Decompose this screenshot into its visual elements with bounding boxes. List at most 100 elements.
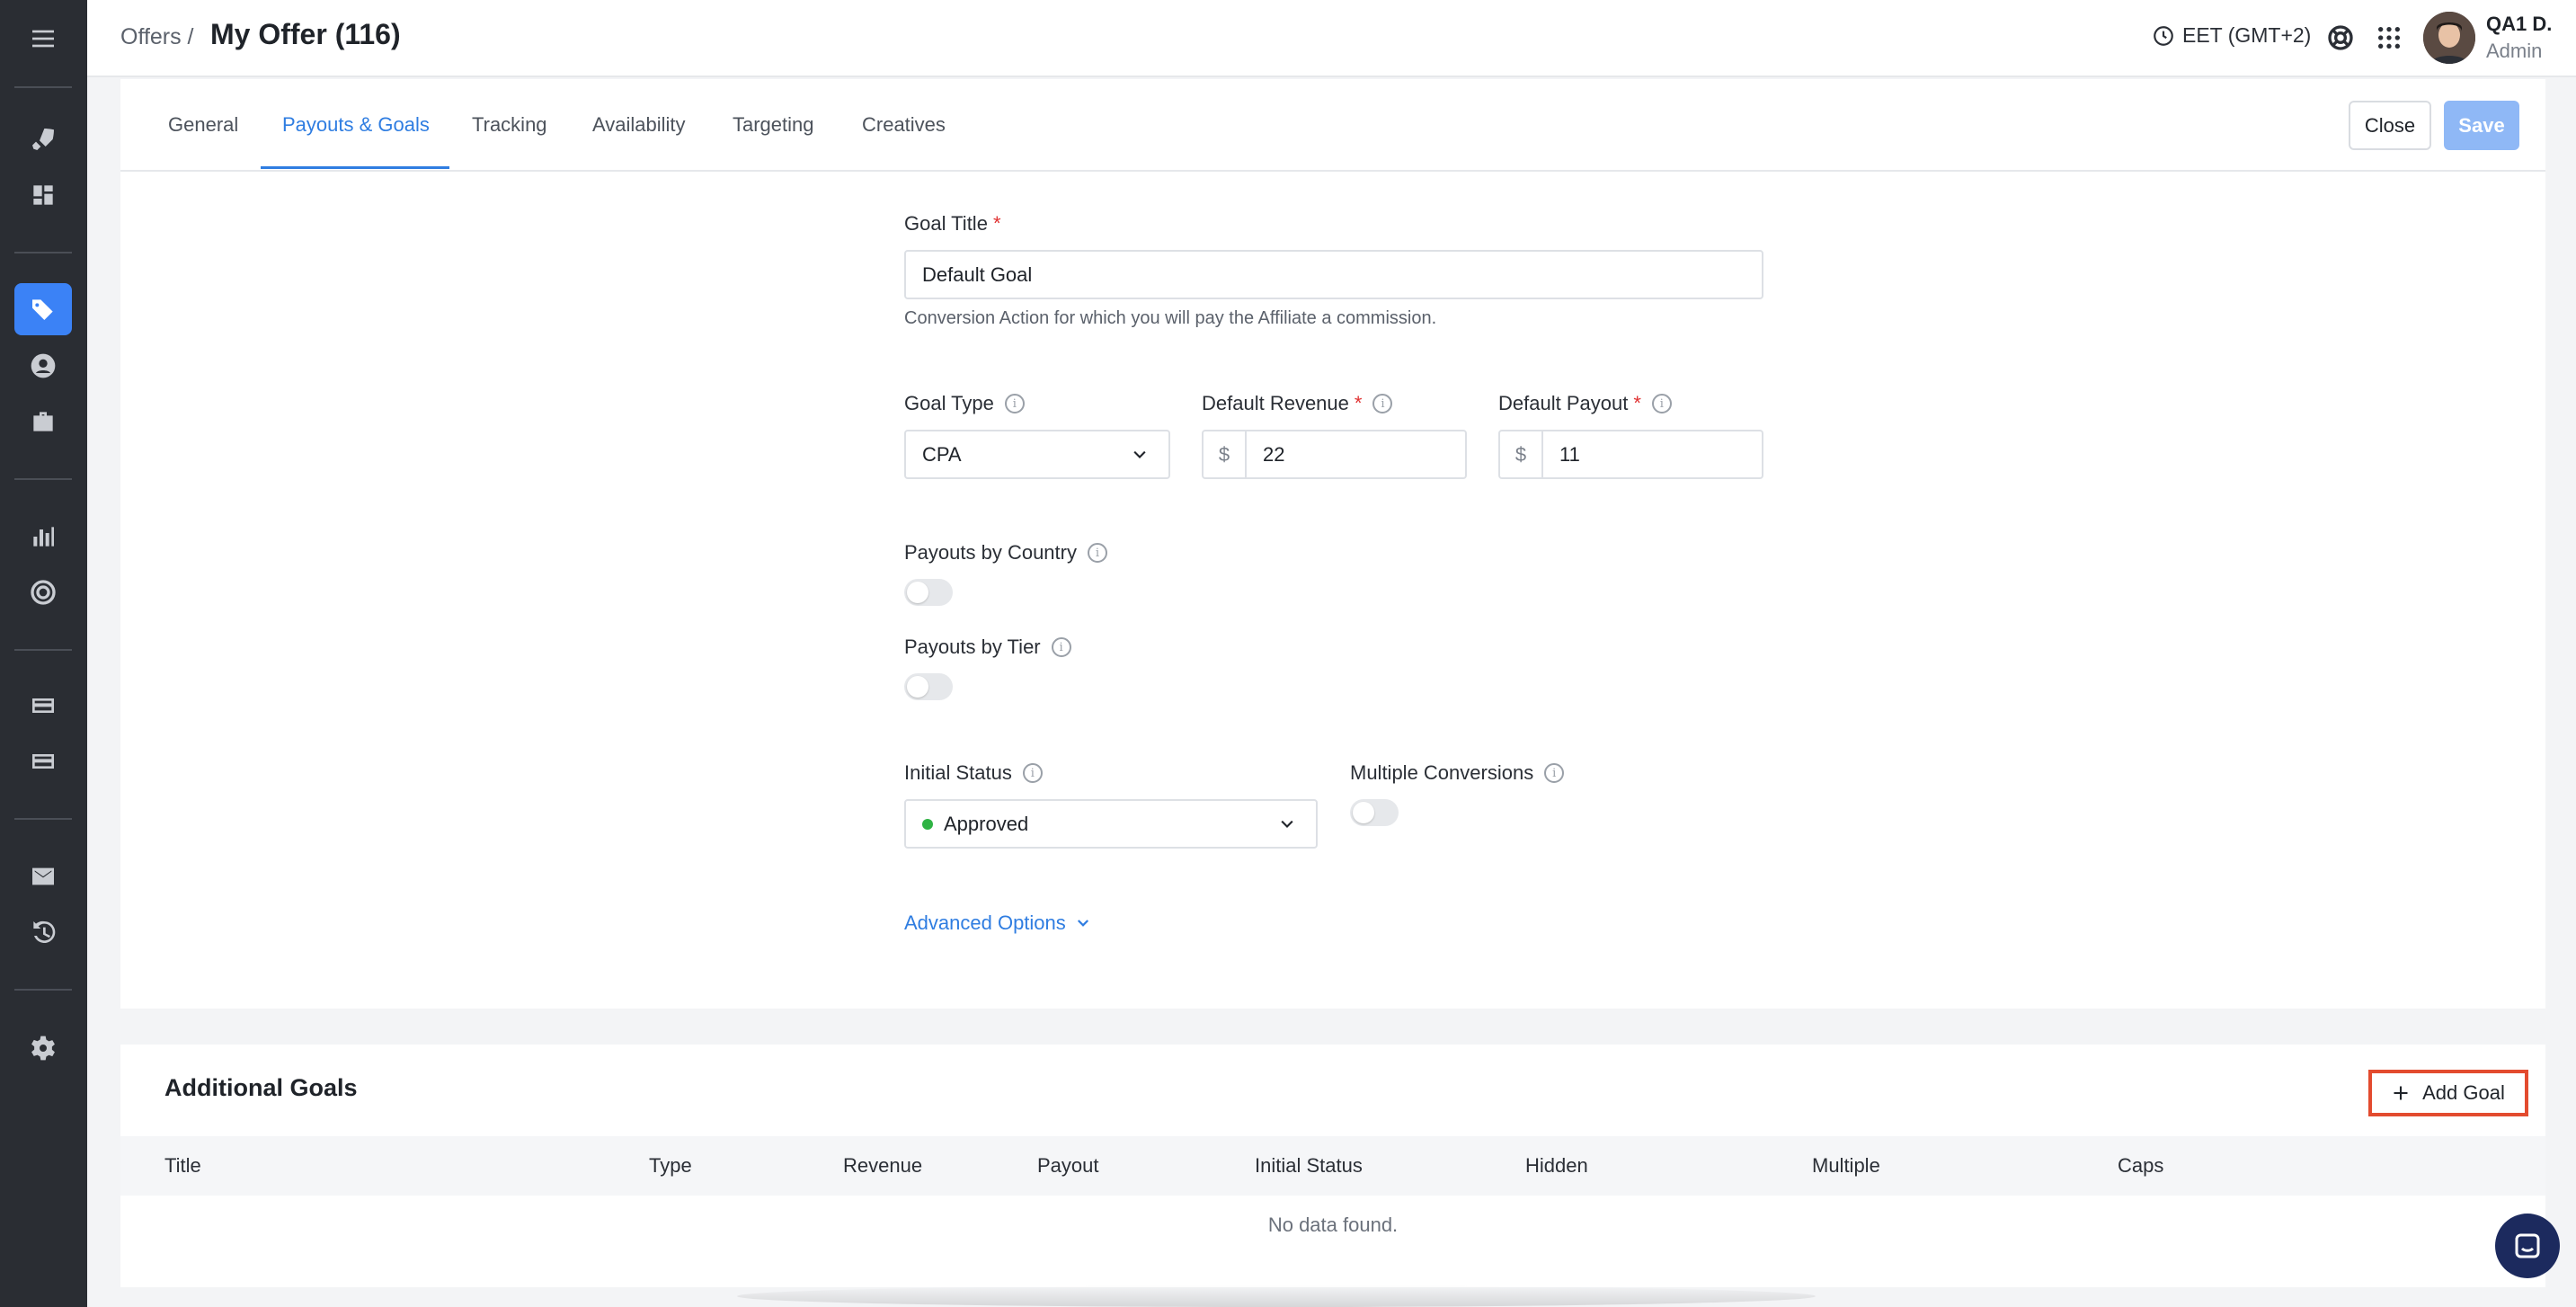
column-caps: Caps xyxy=(2118,1154,2164,1177)
multiple-conversions-label: Multiple Conversions i xyxy=(1350,761,1565,785)
advanced-options-text: Advanced Options xyxy=(904,911,1066,934)
billing-card-icon[interactable] xyxy=(14,680,72,732)
payouts-by-country-label: Payouts by Country i xyxy=(904,541,1107,565)
user-role: Admin xyxy=(2486,40,2543,62)
multiple-conversions-toggle[interactable] xyxy=(1350,799,1399,826)
add-goal-button[interactable]: Add Goal xyxy=(2368,1070,2528,1116)
page-title: My Offer (116) xyxy=(210,18,401,50)
goal-title-input[interactable]: Default Goal xyxy=(904,250,1763,299)
info-icon[interactable]: i xyxy=(1051,637,1071,657)
info-icon[interactable]: i xyxy=(1022,763,1043,783)
additional-goals-title: Additional Goals xyxy=(164,1074,358,1101)
advanced-options-link[interactable]: Advanced Options xyxy=(904,911,1091,935)
save-button[interactable]: Save xyxy=(2444,101,2519,150)
chat-support-button[interactable] xyxy=(2495,1214,2560,1278)
multiple-conversions-label-text: Multiple Conversions xyxy=(1350,761,1534,784)
close-button[interactable]: Close xyxy=(2349,101,2431,150)
add-goal-label: Add Goal xyxy=(2422,1081,2505,1104)
payouts-by-country-label-text: Payouts by Country xyxy=(904,541,1077,564)
sidebar-divider xyxy=(14,252,72,253)
goal-title-label: Goal Title * xyxy=(904,212,1001,236)
column-multiple: Multiple xyxy=(1812,1154,1880,1177)
required-asterisk: * xyxy=(992,212,1001,235)
column-type: Type xyxy=(649,1154,692,1177)
empty-table-message: No data found. xyxy=(1267,1214,1399,1236)
briefcase-icon[interactable] xyxy=(14,396,72,448)
offers-tag-icon[interactable] xyxy=(14,283,72,335)
default-payout-input[interactable]: $ 11 xyxy=(1498,430,1763,479)
currency-prefix: $ xyxy=(1204,431,1247,477)
sidebar-divider xyxy=(14,86,72,88)
menu-icon[interactable] xyxy=(14,13,72,65)
default-payout-label-text: Default Payout xyxy=(1498,392,1629,414)
initial-status-label-text: Initial Status xyxy=(904,761,1012,784)
column-title: Title xyxy=(164,1154,201,1177)
tab-general[interactable]: General xyxy=(168,113,238,137)
goal-title-help: Conversion Action for which you will pay… xyxy=(904,308,1437,328)
info-icon[interactable]: i xyxy=(1651,394,1672,413)
active-tab-indicator xyxy=(261,166,449,169)
breadcrumb-offers[interactable]: Offers / xyxy=(120,24,194,50)
chat-icon xyxy=(2515,1233,2540,1258)
sidebar xyxy=(0,0,87,1307)
clock-icon xyxy=(2154,25,2173,46)
tab-targeting[interactable]: Targeting xyxy=(733,113,814,137)
dashboard-icon[interactable] xyxy=(14,169,72,221)
goal-type-select[interactable]: CPA xyxy=(904,430,1170,479)
status-dot xyxy=(922,818,933,830)
chevron-down-icon xyxy=(1281,820,1293,828)
user-avatar[interactable] xyxy=(2423,12,2475,64)
column-revenue: Revenue xyxy=(843,1154,923,1177)
sidebar-divider xyxy=(14,989,72,991)
timezone-selector[interactable]: EET (GMT+2) xyxy=(2152,23,2311,48)
initial-status-select[interactable]: Approved xyxy=(904,799,1318,849)
rocket-icon[interactable] xyxy=(14,113,72,165)
mail-icon[interactable] xyxy=(14,850,72,902)
default-payout-label: Default Payout * i xyxy=(1498,392,1672,415)
tab-availability[interactable]: Availability xyxy=(592,113,686,137)
additional-goals-card: Additional Goals Add Goal Title Type Rev… xyxy=(120,1045,2545,1287)
required-asterisk: * xyxy=(1633,392,1641,414)
goal-type-label-text: Goal Type xyxy=(904,392,994,414)
help-lifebuoy-icon[interactable] xyxy=(2326,23,2355,52)
payouts-by-tier-label-text: Payouts by Tier xyxy=(904,636,1041,658)
column-hidden: Hidden xyxy=(1525,1154,1588,1177)
default-revenue-label-text: Default Revenue xyxy=(1202,392,1349,414)
bottom-shadow xyxy=(737,1285,1816,1307)
avatar-person-icon xyxy=(2423,12,2475,64)
plus-icon xyxy=(2394,1086,2408,1100)
timezone-label: EET (GMT+2) xyxy=(2182,23,2312,47)
default-payout-value: 11 xyxy=(1559,442,1580,466)
info-icon[interactable]: i xyxy=(1087,543,1107,563)
goal-type-value: CPA xyxy=(922,442,962,466)
history-icon[interactable] xyxy=(14,906,72,958)
column-initial-status: Initial Status xyxy=(1255,1154,1363,1177)
default-revenue-input[interactable]: $ 22 xyxy=(1202,430,1467,479)
payouts-by-country-toggle[interactable] xyxy=(904,579,953,606)
apps-grid-icon[interactable] xyxy=(2375,23,2403,52)
tracking-target-icon[interactable] xyxy=(14,566,72,618)
reports-chart-icon[interactable] xyxy=(14,511,72,563)
user-name[interactable]: QA1 D. xyxy=(2486,13,2552,36)
sidebar-divider xyxy=(14,649,72,651)
offer-tabs: General Payouts & Goals Tracking Availab… xyxy=(120,79,2545,172)
currency-prefix: $ xyxy=(1500,431,1543,477)
initial-status-label: Initial Status i xyxy=(904,761,1043,785)
initial-status-value: Approved xyxy=(944,812,1029,835)
settings-gear-icon[interactable] xyxy=(14,1022,72,1074)
goals-table-header: Title Type Revenue Payout Initial Status… xyxy=(120,1136,2545,1196)
info-icon[interactable]: i xyxy=(1004,394,1025,413)
info-icon[interactable]: i xyxy=(1372,394,1393,413)
info-icon[interactable]: i xyxy=(1544,763,1565,783)
payment-card-icon[interactable] xyxy=(14,735,72,787)
user-icon[interactable] xyxy=(14,340,72,392)
column-payout: Payout xyxy=(1037,1154,1099,1177)
goal-form-card: General Payouts & Goals Tracking Availab… xyxy=(120,79,2545,1009)
tab-creatives[interactable]: Creatives xyxy=(862,113,946,137)
top-header: Offers / My Offer (116) EET (GMT+2) QA1 … xyxy=(87,0,2576,77)
tab-tracking[interactable]: Tracking xyxy=(472,113,547,137)
tab-payouts-goals[interactable]: Payouts & Goals xyxy=(282,113,430,137)
payouts-by-tier-toggle[interactable] xyxy=(904,673,953,700)
goal-type-label: Goal Type i xyxy=(904,392,1025,415)
chevron-down-icon xyxy=(1077,920,1088,927)
